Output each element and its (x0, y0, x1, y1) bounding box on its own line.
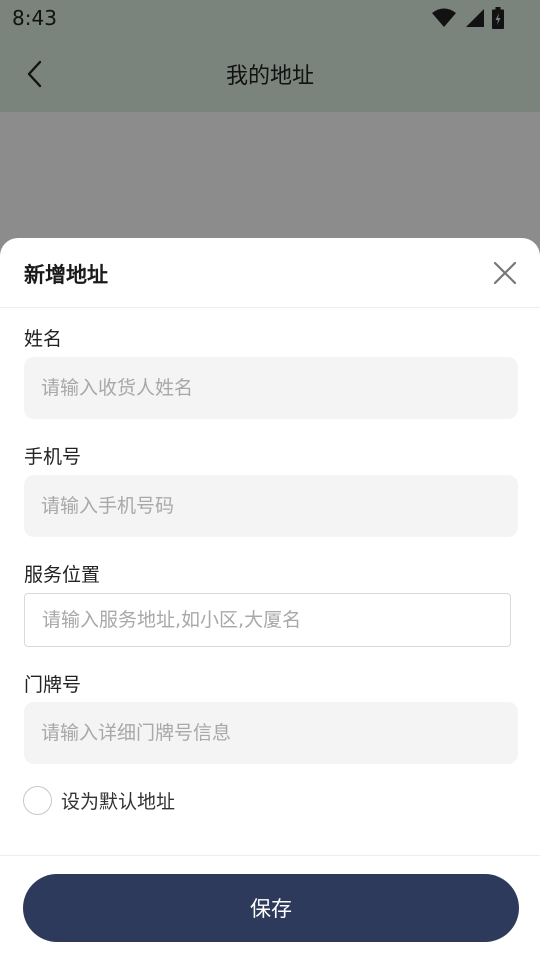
sheet-header: 新增地址 (0, 238, 540, 308)
location-label: 服务位置 (24, 564, 101, 586)
close-icon[interactable] (492, 260, 518, 286)
default-address-toggle[interactable]: 设为默认地址 (23, 786, 175, 815)
door-label: 门牌号 (24, 674, 82, 696)
default-label: 设为默认地址 (61, 791, 176, 813)
phone-label: 手机号 (24, 446, 82, 468)
add-address-sheet: 新增地址 姓名 手机号 服务位置 门牌号 设为默认地址 保存 (0, 238, 540, 960)
location-input[interactable] (24, 593, 511, 647)
save-button[interactable]: 保存 (23, 874, 519, 942)
door-input[interactable] (24, 702, 518, 764)
default-radio[interactable] (23, 786, 52, 815)
sheet-title: 新增地址 (24, 263, 108, 287)
footer-divider (0, 855, 540, 856)
name-label: 姓名 (24, 328, 63, 350)
phone-input[interactable] (24, 475, 518, 537)
name-input[interactable] (24, 357, 518, 419)
